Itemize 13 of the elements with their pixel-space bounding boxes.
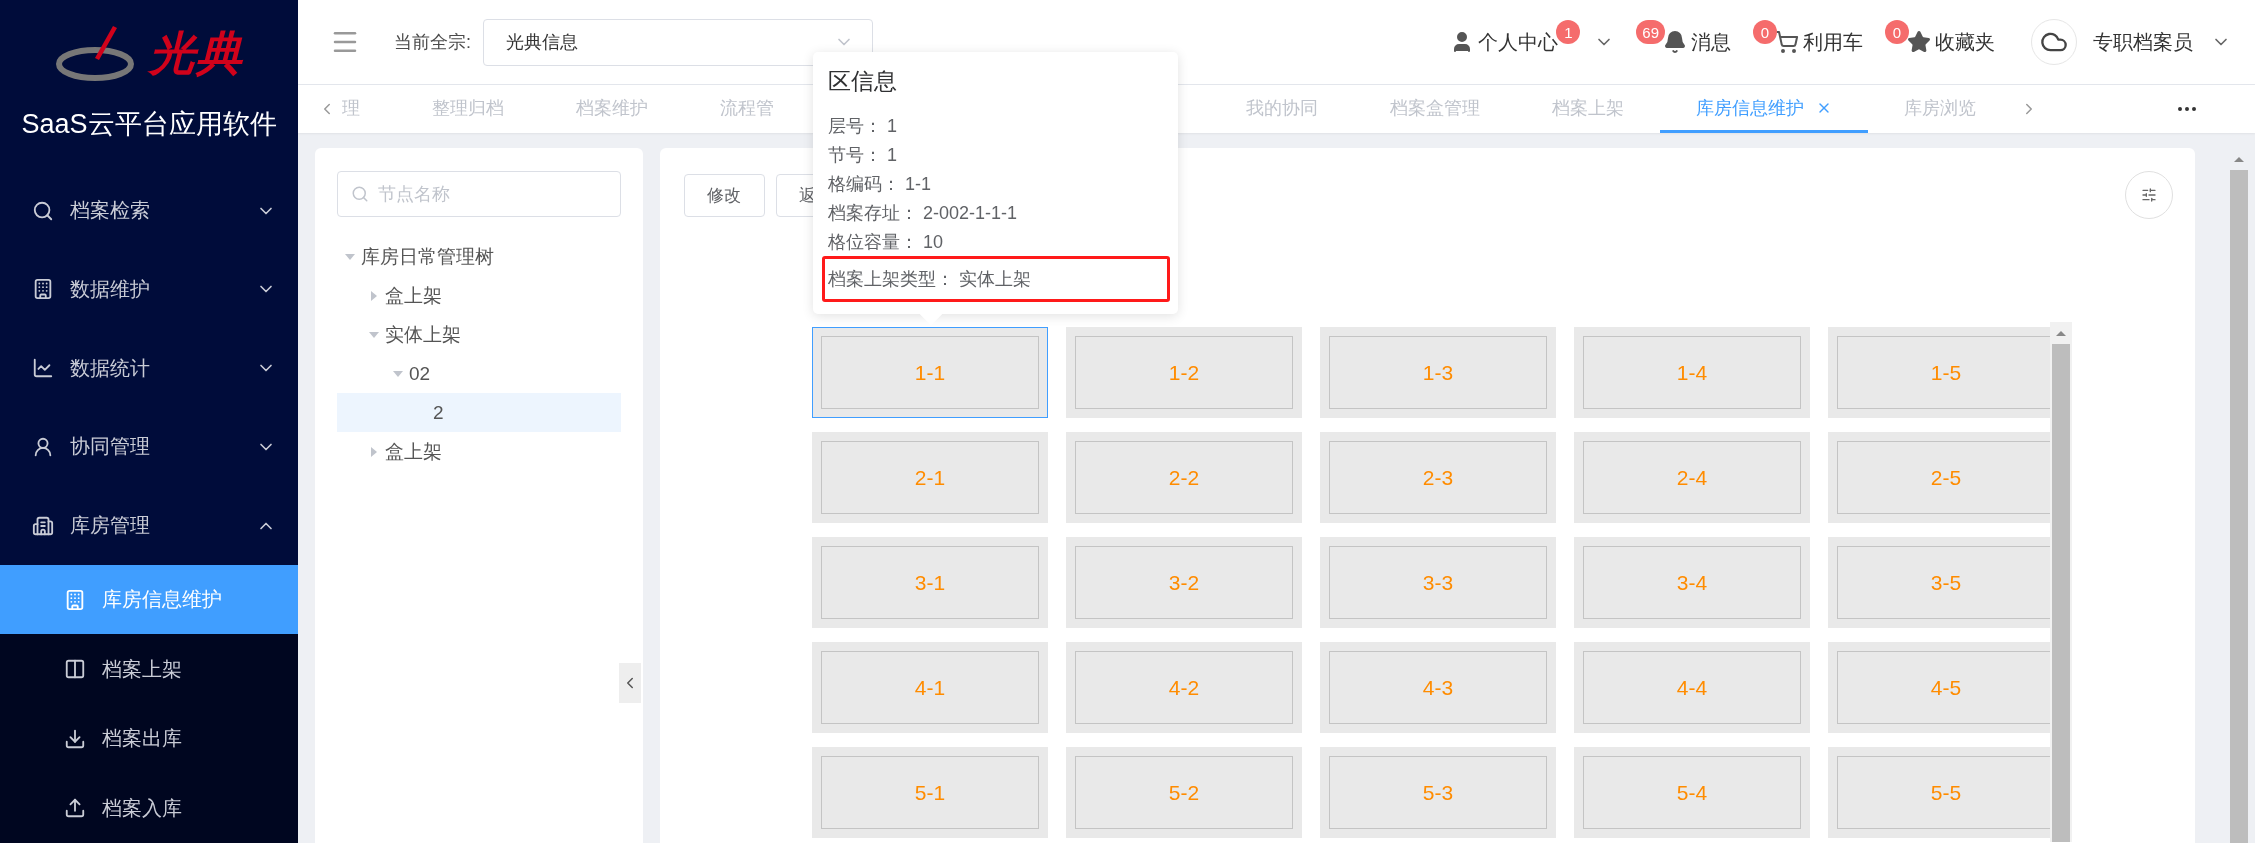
fonds-label: 当前全宗:: [394, 31, 471, 54]
count-badge: 1: [1556, 20, 1581, 44]
info-line: 档案存址： 2-002-1-1-1: [827, 201, 1019, 225]
count-badge: 0: [1885, 20, 1909, 44]
info-line: 节号： 1: [827, 143, 899, 167]
info-line: 层号： 1: [827, 114, 899, 138]
info-line: 格编码： 1-1: [827, 172, 933, 196]
tooltip-title: 区信息: [828, 67, 898, 96]
brand-name: 光典: [149, 25, 243, 81]
info-line: 格位容量： 10: [827, 230, 945, 254]
count-badge: 0: [1753, 20, 1777, 44]
app-title: SaaS云平台应用软件: [20, 108, 278, 142]
count-badge: 69: [1636, 20, 1665, 44]
